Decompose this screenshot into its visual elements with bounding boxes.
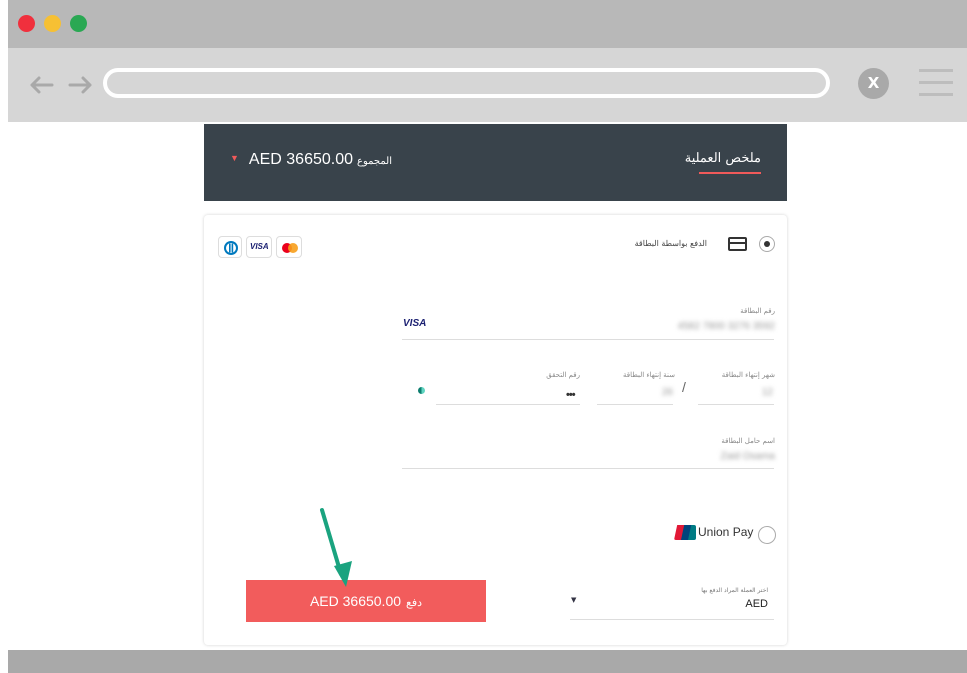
unionpay-icon [674, 525, 696, 540]
expiry-year-underline [597, 404, 673, 405]
screenshot-frame: X ملخص العملية ▼ AED 36650.00 المجموع VISA [0, 0, 967, 673]
expiry-year-input[interactable]: 26 [662, 387, 673, 398]
chevron-down-icon[interactable]: ▼ [230, 153, 239, 163]
credit-card-icon [728, 237, 747, 251]
pay-button-word: دفع [406, 596, 423, 609]
arrow-left-icon[interactable] [26, 70, 56, 100]
summary-total[interactable]: ▼ AED 36650.00 المجموع [230, 151, 392, 169]
card-holder-underline [402, 468, 774, 469]
close-tab-button[interactable]: X [858, 68, 889, 99]
summary-total-amount: AED 36650.00 [248, 151, 353, 168]
detected-visa-icon: VISA [403, 318, 427, 329]
card-number-input[interactable]: 4582 7800 3276 3592 [678, 321, 775, 332]
hamburger-icon[interactable] [919, 69, 953, 99]
summary-total-label: المجموع [357, 156, 392, 167]
cvv-help-icon[interactable] [418, 387, 425, 394]
currency-underline [570, 619, 774, 620]
pay-by-card-radio[interactable] [759, 236, 775, 252]
visa-icon-text: VISA [250, 242, 269, 251]
card-holder-label: اسم حامل البطاقة [721, 437, 775, 445]
browser-toolbar: X [8, 48, 967, 122]
pay-button[interactable]: AED 36650.00 دفع [246, 580, 486, 622]
card-holder-input[interactable]: Zaid Osama [721, 451, 775, 462]
currency-select[interactable]: AED [745, 598, 768, 610]
visa-icon: VISA [246, 236, 272, 258]
cvv-underline [436, 404, 580, 405]
payment-form-card: VISA الدفع بواسطة البطاقة رقم البطاقة 45… [204, 215, 787, 645]
diners-club-icon [218, 236, 242, 258]
close-window-dot[interactable] [18, 15, 35, 32]
summary-title[interactable]: ملخص العملية [685, 151, 761, 166]
currency-label: اختر العملة المراد الدفع بها [701, 587, 768, 594]
expiry-month-underline [698, 404, 774, 405]
mastercard-icon [276, 236, 302, 258]
chevron-down-icon[interactable]: ▼ [571, 596, 576, 604]
card-number-underline [402, 339, 774, 340]
pay-button-amount: AED 36650.00 [309, 593, 402, 609]
browser-titlebar [8, 0, 967, 48]
expiry-month-label: شهر إنتهاء البطاقة [721, 371, 775, 379]
transaction-summary-bar: ملخص العملية ▼ AED 36650.00 المجموع [204, 124, 787, 201]
cvv-input[interactable]: ••• [566, 389, 576, 401]
unionpay-radio[interactable] [758, 526, 776, 544]
expiry-separator: / [682, 379, 686, 395]
pay-by-card-label[interactable]: الدفع بواسطة البطاقة [635, 239, 707, 248]
expiry-year-label: سنة إنتهاء البطاقة [622, 371, 675, 379]
arrow-right-icon[interactable] [66, 70, 96, 100]
cvv-label: رقم التحقق [546, 371, 580, 379]
minimize-window-dot[interactable] [44, 15, 61, 32]
browser-bottom-bar [8, 650, 967, 673]
maximize-window-dot[interactable] [70, 15, 87, 32]
address-bar[interactable] [103, 68, 830, 98]
unionpay-label[interactable]: Union Pay [698, 525, 753, 539]
summary-title-underline [699, 172, 761, 174]
card-number-label: رقم البطاقة [740, 307, 775, 315]
expiry-month-input[interactable]: 12 [762, 387, 773, 398]
